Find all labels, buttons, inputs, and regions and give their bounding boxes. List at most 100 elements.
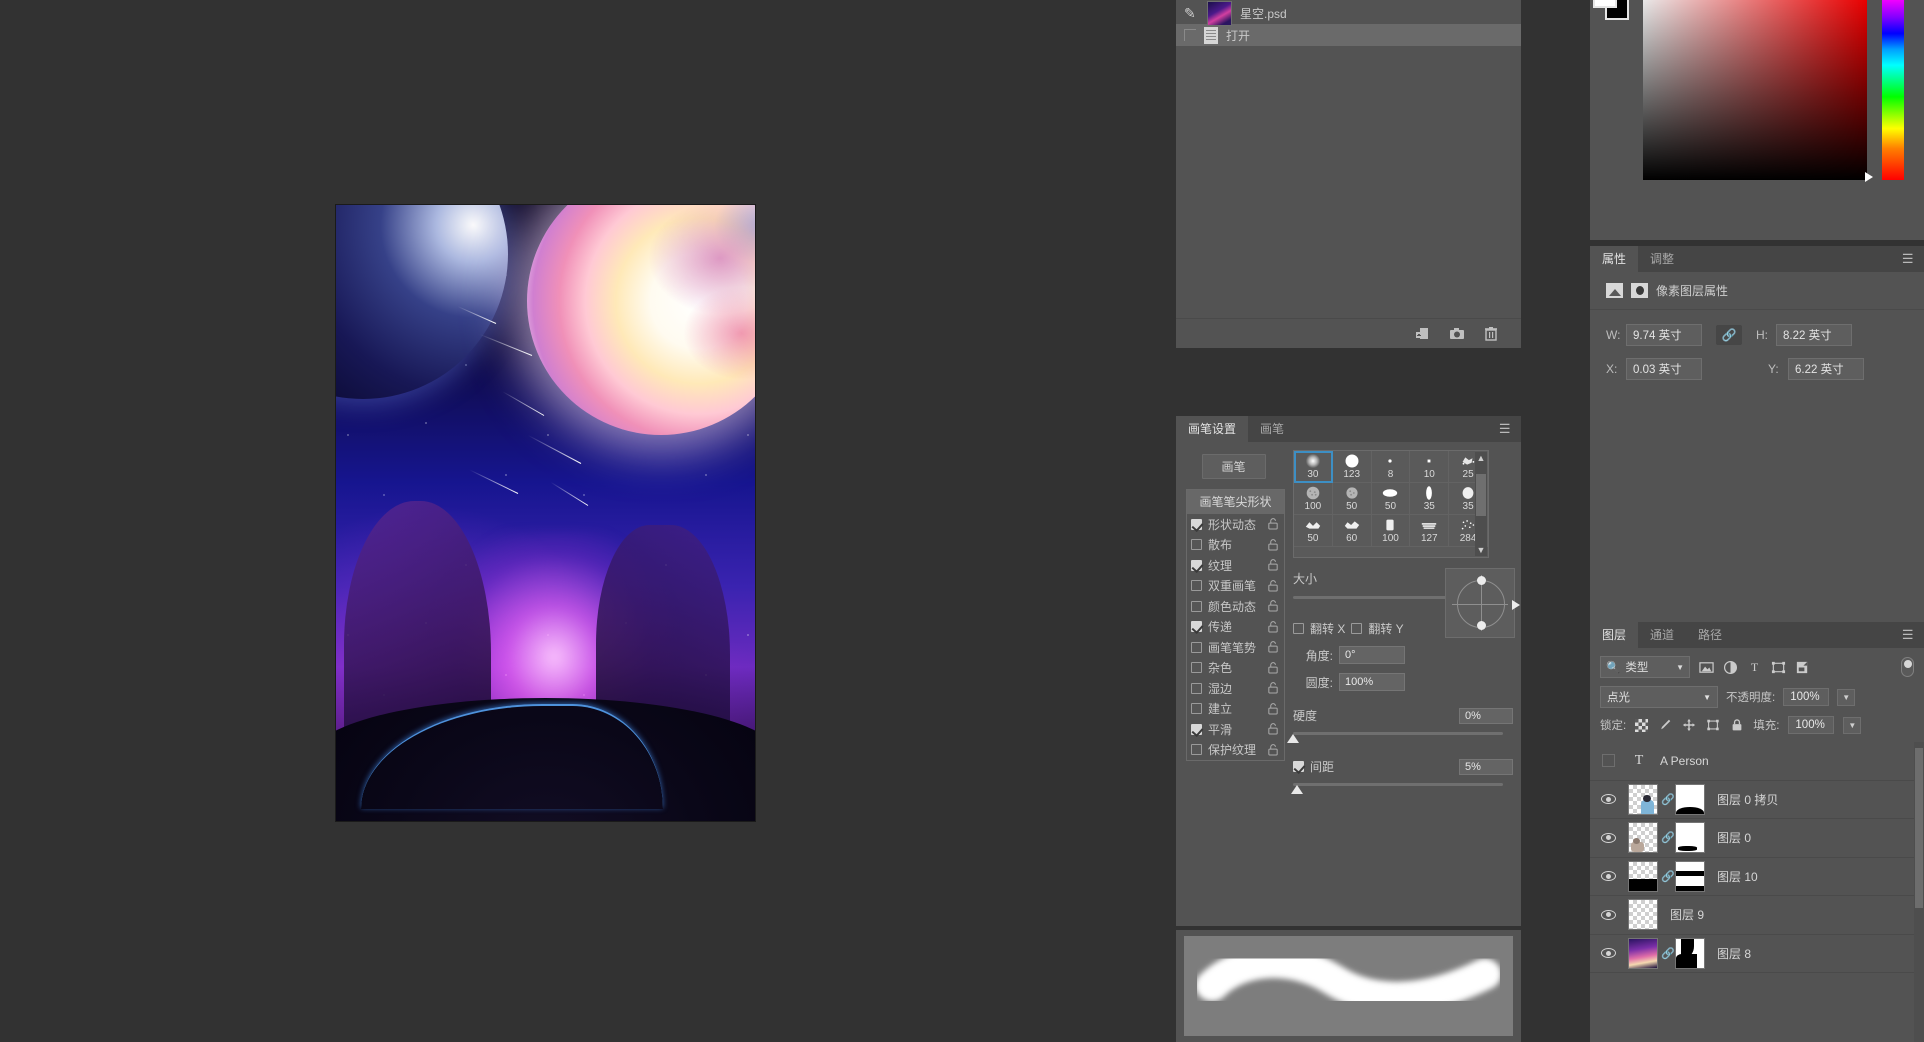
brush-option-11[interactable]: 平滑 bbox=[1187, 719, 1284, 740]
lock-icon[interactable] bbox=[1268, 723, 1278, 735]
brush-preset-7[interactable]: 50 bbox=[1332, 483, 1372, 515]
lock-icon[interactable] bbox=[1268, 559, 1278, 571]
brush-preset-6[interactable]: 100 bbox=[1294, 483, 1333, 515]
brush-preset-1[interactable]: 30 bbox=[1294, 451, 1333, 483]
pixel-layer-icon[interactable] bbox=[1606, 283, 1623, 298]
layer-mask-thumbnail[interactable] bbox=[1675, 937, 1705, 969]
layer-row[interactable]: 🔗 图层 8 bbox=[1590, 935, 1924, 973]
brush-preset-grid[interactable]: 30 123 8 10 25 100 50 50 35 35 50 60 100 127 284 ▲ ▼ bbox=[1293, 450, 1489, 558]
roundness-handle-top[interactable] bbox=[1477, 576, 1486, 585]
hue-slider[interactable] bbox=[1882, 0, 1904, 180]
brush-option-checkbox[interactable] bbox=[1191, 744, 1202, 756]
brush-option-checkbox[interactable] bbox=[1191, 703, 1202, 715]
lock-image-pixels-icon[interactable] bbox=[1657, 718, 1672, 733]
brush-preset-3[interactable]: 8 bbox=[1371, 451, 1411, 483]
color-field-cursor[interactable] bbox=[1865, 172, 1873, 182]
camera-icon[interactable] bbox=[1449, 326, 1465, 342]
lock-icon[interactable] bbox=[1268, 538, 1278, 551]
lock-all-icon[interactable] bbox=[1729, 718, 1744, 733]
mask-icon[interactable] bbox=[1631, 283, 1648, 298]
y-input[interactable]: 6.22 英寸 bbox=[1788, 358, 1864, 380]
x-input[interactable]: 0.03 英寸 bbox=[1626, 358, 1702, 380]
flip-y-checkbox[interactable] bbox=[1351, 623, 1363, 634]
layer-thumbnails[interactable] bbox=[1626, 899, 1658, 931]
brush-preset-4[interactable]: 10 bbox=[1410, 451, 1450, 483]
tab-adjustments[interactable]: 调整 bbox=[1638, 246, 1687, 272]
layer-mask-thumbnail[interactable] bbox=[1675, 822, 1705, 854]
brush-tip-shape-header[interactable]: 画笔笔尖形状 bbox=[1187, 490, 1284, 514]
layer-row[interactable]: 🔗 图层 0 拷贝 bbox=[1590, 781, 1924, 819]
lock-icon[interactable] bbox=[1268, 518, 1278, 530]
fill-dropdown-icon[interactable]: ▼ bbox=[1843, 716, 1862, 734]
brush-option-5[interactable]: 颜色动态 bbox=[1187, 596, 1284, 617]
lock-position-icon[interactable] bbox=[1681, 718, 1696, 733]
tab-channels[interactable]: 通道 bbox=[1638, 622, 1687, 648]
layer-mask-thumbnail[interactable] bbox=[1675, 860, 1705, 892]
angle-roundness-widget[interactable] bbox=[1445, 568, 1520, 638]
hamburger-menu-icon[interactable]: ☰ bbox=[1892, 245, 1924, 272]
layer-row[interactable]: T A Person bbox=[1590, 742, 1924, 781]
lock-transparent-pixels-icon[interactable] bbox=[1635, 718, 1649, 732]
layer-thumbnail[interactable] bbox=[1628, 822, 1658, 854]
brush-preset-14[interactable]: 127 bbox=[1410, 515, 1450, 547]
brush-option-12[interactable]: 保护纹理 bbox=[1187, 740, 1284, 761]
brush-option-2[interactable]: 散布 bbox=[1187, 535, 1284, 556]
document-canvas[interactable] bbox=[336, 205, 755, 821]
lock-icon[interactable] bbox=[1268, 743, 1278, 756]
layer-filter-type-select[interactable]: 🔍 类型 ▼ bbox=[1600, 656, 1690, 678]
lock-icon[interactable] bbox=[1268, 641, 1278, 653]
layer-row[interactable]: 图层 9 bbox=[1590, 896, 1924, 935]
link-icon[interactable]: 🔗 bbox=[1661, 870, 1675, 883]
layer-list[interactable]: T A Person 🔗 图层 0 拷贝 🔗 图层 0 🔗 图层 10 图层 9 🔗 图层 8 bbox=[1590, 742, 1924, 1042]
brush-option-1[interactable]: 形状动态 bbox=[1187, 514, 1284, 535]
layer-thumbnail[interactable] bbox=[1628, 860, 1658, 892]
layer-visibility-toggle[interactable] bbox=[1590, 871, 1626, 882]
roundness-handle-bottom[interactable] bbox=[1477, 621, 1486, 630]
brush-preset-2[interactable]: 123 bbox=[1332, 451, 1372, 483]
angle-input[interactable]: 0° bbox=[1339, 646, 1405, 664]
brush-option-checkbox[interactable] bbox=[1191, 682, 1202, 694]
brush-option-7[interactable]: 画笔笔势 bbox=[1187, 637, 1284, 658]
chevron-down-icon[interactable]: ▼ bbox=[1475, 545, 1487, 555]
brush-option-checkbox[interactable] bbox=[1191, 723, 1202, 735]
layer-thumbnail[interactable] bbox=[1628, 899, 1658, 931]
brush-preset-12[interactable]: 60 bbox=[1332, 515, 1372, 547]
link-icon[interactable]: 🔗 bbox=[1661, 947, 1675, 960]
hardness-slider-knob[interactable] bbox=[1287, 734, 1299, 743]
brush-preset-8[interactable]: 50 bbox=[1371, 483, 1411, 515]
blend-mode-select[interactable]: 点光 ▼ bbox=[1600, 686, 1718, 708]
layer-row[interactable]: 🔗 图层 0 bbox=[1590, 819, 1924, 858]
link-icon[interactable]: 🔗 bbox=[1661, 831, 1675, 844]
layer-thumbnails[interactable]: 🔗 bbox=[1626, 822, 1705, 854]
layer-visibility-toggle[interactable] bbox=[1590, 832, 1626, 843]
width-input[interactable]: 9.74 英寸 bbox=[1626, 324, 1702, 346]
scrollbar-thumb[interactable] bbox=[1915, 748, 1923, 908]
layer-mask-thumbnail[interactable] bbox=[1675, 783, 1705, 815]
lock-icon[interactable] bbox=[1268, 661, 1278, 674]
layer-visibility-toggle[interactable] bbox=[1590, 794, 1626, 805]
brush-option-10[interactable]: 建立 bbox=[1187, 699, 1284, 720]
tab-layers[interactable]: 图层 bbox=[1590, 622, 1639, 648]
spacing-slider-knob[interactable] bbox=[1291, 785, 1304, 794]
brush-option-4[interactable]: 双重画笔 bbox=[1187, 576, 1284, 597]
opacity-dropdown-icon[interactable]: ▼ bbox=[1837, 688, 1856, 706]
snapshot-checkbox[interactable] bbox=[1184, 29, 1196, 41]
lock-icon[interactable] bbox=[1268, 682, 1278, 694]
brush-preset-9[interactable]: 35 bbox=[1410, 483, 1450, 515]
trash-icon[interactable] bbox=[1483, 326, 1499, 342]
brush-preset-13[interactable]: 100 bbox=[1371, 515, 1411, 547]
brush-option-checkbox[interactable] bbox=[1191, 539, 1202, 551]
tab-brushes[interactable]: 画笔 bbox=[1248, 416, 1297, 442]
spacing-value[interactable]: 5% bbox=[1459, 758, 1513, 775]
brush-grid-scrollbar[interactable]: ▲ ▼ bbox=[1475, 452, 1487, 556]
lock-artboard-nesting-icon[interactable] bbox=[1705, 718, 1720, 733]
link-icon[interactable]: 🔗 bbox=[1716, 325, 1742, 345]
tab-properties[interactable]: 属性 bbox=[1590, 246, 1639, 272]
layer-thumbnails[interactable]: 🔗 bbox=[1626, 860, 1705, 892]
roundness-input[interactable]: 100% bbox=[1339, 673, 1405, 691]
shape-filter-icon[interactable] bbox=[1771, 660, 1786, 675]
lock-icon[interactable] bbox=[1268, 579, 1278, 592]
layer-visibility-toggle[interactable] bbox=[1590, 909, 1626, 920]
flip-x-checkbox[interactable] bbox=[1293, 623, 1304, 634]
lock-icon[interactable] bbox=[1268, 600, 1278, 612]
